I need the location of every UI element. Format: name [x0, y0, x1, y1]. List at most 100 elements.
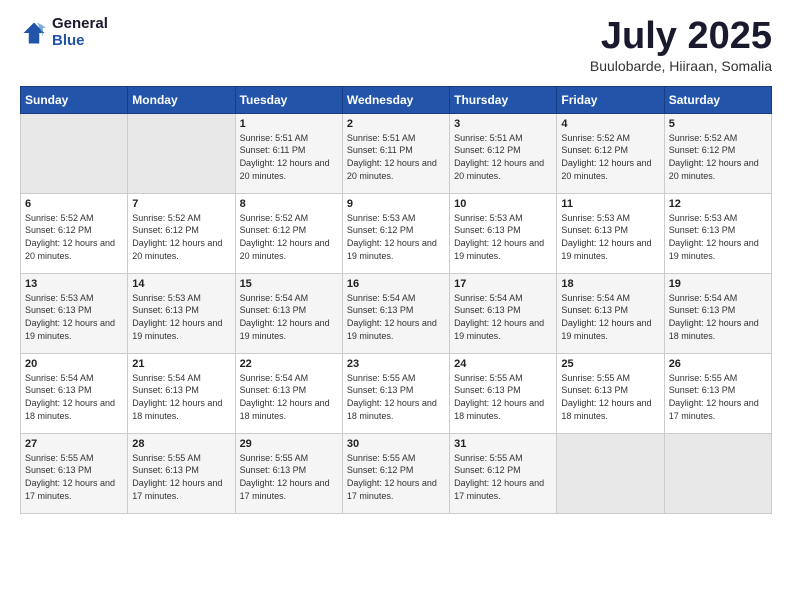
day-number: 15	[240, 278, 338, 290]
day-number: 2	[347, 118, 445, 130]
day-number: 31	[454, 438, 552, 450]
day-info: Sunrise: 5:52 AM Sunset: 6:12 PM Dayligh…	[25, 212, 123, 262]
logo-blue: Blue	[52, 33, 108, 50]
day-number: 18	[561, 278, 659, 290]
calendar-cell: 22 Sunrise: 5:54 AM Sunset: 6:13 PM Dayli…	[235, 353, 342, 433]
calendar-cell: 28 Sunrise: 5:55 AM Sunset: 6:13 PM Dayli…	[128, 433, 235, 513]
day-info: Sunrise: 5:54 AM Sunset: 6:13 PM Dayligh…	[347, 292, 445, 342]
day-header-thursday: Thursday	[450, 86, 557, 113]
calendar-cell: 10 Sunrise: 5:53 AM Sunset: 6:13 PM Dayli…	[450, 193, 557, 273]
day-number: 14	[132, 278, 230, 290]
day-info: Sunrise: 5:53 AM Sunset: 6:13 PM Dayligh…	[454, 212, 552, 262]
day-number: 28	[132, 438, 230, 450]
day-header-monday: Monday	[128, 86, 235, 113]
logo-text: General Blue	[52, 16, 108, 49]
day-header-sunday: Sunday	[21, 86, 128, 113]
calendar-cell: 12Sunrise: 5:53 AM Sunset: 6:13 PM Dayli…	[664, 193, 771, 273]
day-info: Sunrise: 5:54 AM Sunset: 6:13 PM Dayligh…	[561, 292, 659, 342]
day-number: 9	[347, 198, 445, 210]
day-info: Sunrise: 5:53 AM Sunset: 6:13 PM Dayligh…	[25, 292, 123, 342]
day-info: Sunrise: 5:55 AM Sunset: 6:13 PM Dayligh…	[669, 372, 767, 422]
calendar-cell: 17 Sunrise: 5:54 AM Sunset: 6:13 PM Dayli…	[450, 273, 557, 353]
calendar-cell: 23 Sunrise: 5:55 AM Sunset: 6:13 PM Dayli…	[342, 353, 449, 433]
day-info: Sunrise: 5:55 AM Sunset: 6:13 PM Dayligh…	[347, 372, 445, 422]
page-header: General Blue July 2025 Buulobarde, Hiira…	[20, 16, 772, 74]
calendar-cell: 2 Sunrise: 5:51 AM Sunset: 6:11 PM Daylig…	[342, 113, 449, 193]
calendar-cell: 15 Sunrise: 5:54 AM Sunset: 6:13 PM Dayli…	[235, 273, 342, 353]
day-number: 10	[454, 198, 552, 210]
day-info: Sunrise: 5:51 AM Sunset: 6:11 PM Dayligh…	[347, 132, 445, 182]
day-info: Sunrise: 5:53 AM Sunset: 6:13 PM Dayligh…	[132, 292, 230, 342]
day-number: 1	[240, 118, 338, 130]
day-number: 7	[132, 198, 230, 210]
title-block: July 2025 Buulobarde, Hiiraan, Somalia	[590, 16, 772, 74]
day-info: Sunrise: 5:54 AM Sunset: 6:13 PM Dayligh…	[240, 372, 338, 422]
day-info: Sunrise: 5:54 AM Sunset: 6:13 PM Dayligh…	[669, 292, 767, 342]
day-info: Sunrise: 5:54 AM Sunset: 6:13 PM Dayligh…	[132, 372, 230, 422]
day-info: Sunrise: 5:55 AM Sunset: 6:13 PM Dayligh…	[132, 452, 230, 502]
day-info: Sunrise: 5:52 AM Sunset: 6:12 PM Dayligh…	[669, 132, 767, 182]
day-number: 30	[347, 438, 445, 450]
day-info: Sunrise: 5:54 AM Sunset: 6:13 PM Dayligh…	[454, 292, 552, 342]
day-info: Sunrise: 5:53 AM Sunset: 6:13 PM Dayligh…	[669, 212, 767, 262]
calendar-cell: 13Sunrise: 5:53 AM Sunset: 6:13 PM Dayli…	[21, 273, 128, 353]
day-number: 11	[561, 198, 659, 210]
day-number: 29	[240, 438, 338, 450]
day-info: Sunrise: 5:52 AM Sunset: 6:12 PM Dayligh…	[240, 212, 338, 262]
day-number: 23	[347, 358, 445, 370]
calendar-cell: 21 Sunrise: 5:54 AM Sunset: 6:13 PM Dayli…	[128, 353, 235, 433]
day-number: 5	[669, 118, 767, 130]
calendar-cell: 26 Sunrise: 5:55 AM Sunset: 6:13 PM Dayli…	[664, 353, 771, 433]
day-info: Sunrise: 5:55 AM Sunset: 6:13 PM Dayligh…	[454, 372, 552, 422]
day-info: Sunrise: 5:53 AM Sunset: 6:12 PM Dayligh…	[347, 212, 445, 262]
calendar-cell: 8 Sunrise: 5:52 AM Sunset: 6:12 PM Daylig…	[235, 193, 342, 273]
calendar-cell: 20 Sunrise: 5:54 AM Sunset: 6:13 PM Dayli…	[21, 353, 128, 433]
calendar-cell	[664, 433, 771, 513]
day-number: 6	[25, 198, 123, 210]
calendar-cell	[21, 113, 128, 193]
logo-icon	[20, 19, 48, 47]
day-number: 25	[561, 358, 659, 370]
day-info: Sunrise: 5:54 AM Sunset: 6:13 PM Dayligh…	[25, 372, 123, 422]
day-info: Sunrise: 5:55 AM Sunset: 6:13 PM Dayligh…	[561, 372, 659, 422]
day-number: 20	[25, 358, 123, 370]
day-number: 24	[454, 358, 552, 370]
calendar-cell: 4Sunrise: 5:52 AM Sunset: 6:12 PM Daylig…	[557, 113, 664, 193]
calendar-header-row: SundayMondayTuesdayWednesdayThursdayFrid…	[21, 86, 772, 113]
calendar-week-row: 20 Sunrise: 5:54 AM Sunset: 6:13 PM Dayli…	[21, 353, 772, 433]
day-number: 21	[132, 358, 230, 370]
calendar-cell: 25 Sunrise: 5:55 AM Sunset: 6:13 PM Dayli…	[557, 353, 664, 433]
month-title: July 2025	[590, 16, 772, 58]
day-number: 8	[240, 198, 338, 210]
day-info: Sunrise: 5:52 AM Sunset: 6:12 PM Dayligh…	[132, 212, 230, 262]
day-info: Sunrise: 5:51 AM Sunset: 6:12 PM Dayligh…	[454, 132, 552, 182]
day-number: 27	[25, 438, 123, 450]
day-number: 4	[561, 118, 659, 130]
calendar-cell: 9 Sunrise: 5:53 AM Sunset: 6:12 PM Daylig…	[342, 193, 449, 273]
calendar-cell: 5 Sunrise: 5:52 AM Sunset: 6:12 PM Daylig…	[664, 113, 771, 193]
calendar-cell: 19Sunrise: 5:54 AM Sunset: 6:13 PM Dayli…	[664, 273, 771, 353]
day-info: Sunrise: 5:53 AM Sunset: 6:13 PM Dayligh…	[561, 212, 659, 262]
day-header-tuesday: Tuesday	[235, 86, 342, 113]
day-number: 26	[669, 358, 767, 370]
day-info: Sunrise: 5:51 AM Sunset: 6:11 PM Dayligh…	[240, 132, 338, 182]
calendar-cell: 14 Sunrise: 5:53 AM Sunset: 6:13 PM Dayli…	[128, 273, 235, 353]
calendar-table: SundayMondayTuesdayWednesdayThursdayFrid…	[20, 86, 772, 514]
logo-general: General	[52, 16, 108, 33]
day-number: 22	[240, 358, 338, 370]
day-header-wednesday: Wednesday	[342, 86, 449, 113]
day-info: Sunrise: 5:55 AM Sunset: 6:12 PM Dayligh…	[454, 452, 552, 502]
day-info: Sunrise: 5:54 AM Sunset: 6:13 PM Dayligh…	[240, 292, 338, 342]
day-number: 17	[454, 278, 552, 290]
calendar-week-row: 27 Sunrise: 5:55 AM Sunset: 6:13 PM Dayli…	[21, 433, 772, 513]
day-info: Sunrise: 5:55 AM Sunset: 6:13 PM Dayligh…	[25, 452, 123, 502]
calendar-cell: 6 Sunrise: 5:52 AM Sunset: 6:12 PM Daylig…	[21, 193, 128, 273]
calendar-cell: 16 Sunrise: 5:54 AM Sunset: 6:13 PM Dayli…	[342, 273, 449, 353]
day-number: 16	[347, 278, 445, 290]
calendar-cell: 27 Sunrise: 5:55 AM Sunset: 6:13 PM Dayli…	[21, 433, 128, 513]
logo: General Blue	[20, 16, 108, 49]
calendar-cell	[557, 433, 664, 513]
day-info: Sunrise: 5:55 AM Sunset: 6:12 PM Dayligh…	[347, 452, 445, 502]
calendar-week-row: 13Sunrise: 5:53 AM Sunset: 6:13 PM Dayli…	[21, 273, 772, 353]
calendar-week-row: 1 Sunrise: 5:51 AM Sunset: 6:11 PM Daylig…	[21, 113, 772, 193]
